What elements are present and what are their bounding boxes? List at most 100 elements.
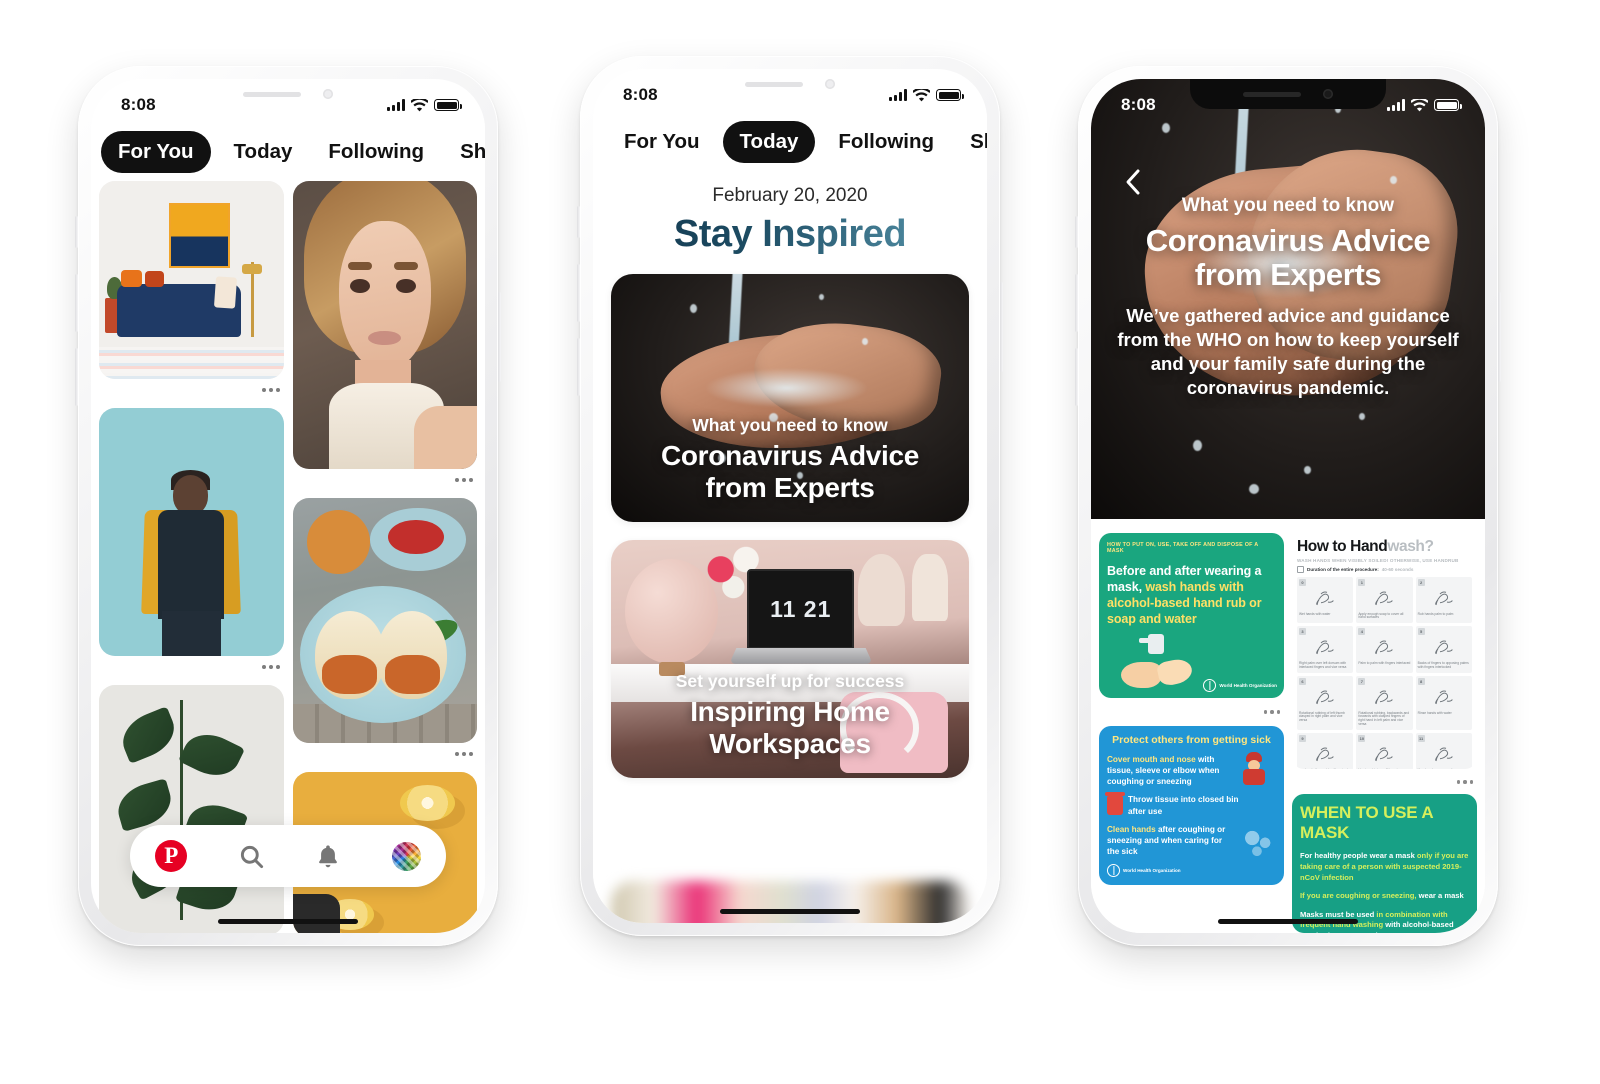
- home-indicator[interactable]: [720, 909, 860, 914]
- poster-mask-hygiene[interactable]: HOW TO PUT ON, USE, TAKE OFF AND DISPOSE…: [1099, 533, 1284, 698]
- step-caption: Palm to palm with fingers interlaced: [1358, 661, 1411, 666]
- card-title: Inspiring Home Workspaces: [690, 696, 890, 760]
- handwash-step: 11 Your hands are now safe: [1415, 732, 1472, 770]
- volume-up-button[interactable]: [75, 274, 78, 332]
- trash-bin-icon: [1105, 792, 1125, 816]
- pin-column-left: [99, 181, 284, 933]
- bottom-tab-bar[interactable]: P: [130, 825, 446, 887]
- handwash-step: 6 Rotational rubbing of left thumb claspe…: [1297, 675, 1354, 730]
- pin-image[interactable]: [292, 181, 477, 469]
- device-notch-3: [1190, 79, 1386, 109]
- home-indicator[interactable]: [218, 919, 358, 924]
- volume-down-button[interactable]: [75, 348, 78, 406]
- battery-icon: [434, 99, 462, 111]
- article-subtitle: We’ve gathered advice and guidance from …: [1117, 305, 1459, 399]
- who-poster-grid[interactable]: HOW TO PUT ON, USE, TAKE OFF AND DISPOSE…: [1091, 519, 1485, 933]
- home-indicator[interactable]: [1218, 919, 1358, 924]
- feed-tab-strip-1[interactable]: For You Today Following Shop Kitch: [91, 123, 485, 181]
- step-number: 10: [1358, 734, 1366, 742]
- screenshot-stage: 8:08 For You Today Following Shop Kitch: [0, 0, 1600, 1084]
- feed-tab-strip-2[interactable]: For You Today Following Shop Kitch: [593, 113, 987, 171]
- handwash-steps-grid: 0 Wet hands with water 1 Apply enough soap …: [1297, 576, 1472, 770]
- hand-gesture-icon: [1418, 742, 1470, 768]
- overflow-dots-icon[interactable]: [99, 656, 284, 678]
- pin-tacos-food[interactable]: [292, 498, 478, 765]
- overflow-dots-icon[interactable]: [293, 469, 478, 491]
- pin-portrait-woman[interactable]: [292, 181, 478, 491]
- volume-up-button[interactable]: [577, 264, 580, 322]
- tab-shop[interactable]: Shop: [957, 121, 987, 163]
- tab-today[interactable]: Today: [722, 121, 816, 163]
- poster-when-to-use-mask[interactable]: WHEN TO USE A MASK For healthy people we…: [1292, 794, 1477, 933]
- power-button[interactable]: [498, 292, 501, 382]
- silence-switch[interactable]: [75, 216, 78, 248]
- overflow-dots-icon[interactable]: [293, 743, 478, 765]
- rubber-plant-artwork: [99, 685, 284, 933]
- today-card-coronavirus[interactable]: What you need to know Coronavirus Advice…: [611, 274, 969, 522]
- tab-shop[interactable]: Shop: [447, 131, 485, 173]
- pin-living-room-sofa[interactable]: [99, 181, 284, 401]
- poster-column-right: How to Handwash? WASH HANDS WHEN VISIBLY…: [1292, 533, 1477, 933]
- overflow-dots-icon[interactable]: [99, 379, 284, 401]
- pin-rubber-plant[interactable]: [99, 685, 284, 933]
- search-icon[interactable]: [238, 843, 265, 870]
- pin-image[interactable]: [292, 498, 477, 743]
- hand-gesture-icon: [1418, 685, 1470, 711]
- step-caption: Rinse hands with water: [1417, 710, 1452, 715]
- back-button[interactable]: [1117, 167, 1147, 197]
- hand-gesture-icon: [1299, 742, 1351, 768]
- tab-following[interactable]: Following: [315, 131, 437, 173]
- tab-for-you[interactable]: For You: [101, 131, 211, 173]
- volume-up-button[interactable]: [1075, 274, 1078, 332]
- volume-down-button[interactable]: [1075, 348, 1078, 406]
- status-time: 8:08: [121, 95, 156, 114]
- avatar[interactable]: [391, 841, 421, 871]
- step-caption: Right palm over left dorsum with interla…: [1299, 661, 1347, 669]
- pin-image[interactable]: [99, 181, 284, 379]
- duration-label: Duration of the entire procedure:: [1307, 566, 1379, 572]
- tab-for-you[interactable]: For You: [611, 121, 713, 163]
- handwash-step: 5 Backs of fingers to opposing palms with…: [1415, 626, 1472, 673]
- overflow-dots-icon[interactable]: [1292, 774, 1477, 789]
- front-camera: [825, 79, 835, 89]
- battery-icon: [1434, 99, 1462, 111]
- poster-title: WHEN TO USE A MASK: [1300, 803, 1433, 843]
- step-number: 4: [1358, 628, 1366, 636]
- step-caption: Use towel to turn off faucet: [1358, 768, 1410, 770]
- portrait-woman-artwork: [292, 181, 477, 469]
- signal-bars-icon: [889, 89, 907, 101]
- pinterest-logo-icon[interactable]: P: [155, 840, 188, 872]
- poster-header: Protect others from getting sick: [1112, 734, 1271, 746]
- tab-following[interactable]: Following: [825, 121, 947, 163]
- step-caption: Dry hands thoroughly with a single use t…: [1299, 768, 1351, 770]
- volume-down-button[interactable]: [577, 338, 580, 396]
- pin-masonry-grid[interactable]: [91, 181, 485, 933]
- power-button[interactable]: [1000, 282, 1003, 372]
- article-kicker: What you need to know: [1181, 195, 1395, 216]
- card-kicker: Set yourself up for success: [675, 671, 905, 692]
- poster-how-to-handwash[interactable]: How to Handwash? WASH HANDS WHEN VISIBLY…: [1292, 533, 1477, 770]
- poster-protect-others[interactable]: Protect others from getting sick Cover m…: [1099, 726, 1284, 886]
- hand-gesture-icon: [1299, 685, 1351, 711]
- pin-image[interactable]: [99, 408, 284, 656]
- bell-icon[interactable]: [315, 843, 341, 870]
- poster-line-1: Cover mouth and nose with tissue, sleeve…: [1107, 754, 1229, 787]
- who-logo: World Health Organization: [1203, 679, 1277, 692]
- turquoise-portrait-artwork: [99, 408, 284, 656]
- step-number: 5: [1417, 628, 1425, 636]
- power-button[interactable]: [1498, 292, 1501, 382]
- step-caption: Rotational rubbing, backwards and forwar…: [1358, 710, 1410, 726]
- today-card-workspaces[interactable]: 11 21 Set yourself up for success Inspir…: [611, 540, 969, 778]
- silence-switch[interactable]: [577, 206, 580, 238]
- poster-title: How to Handwash?: [1297, 539, 1472, 555]
- today-card-partial[interactable]: [611, 881, 969, 923]
- today-feed[interactable]: February 20, 2020 Stay Inspired What you…: [593, 171, 987, 923]
- pin-image[interactable]: [99, 685, 284, 933]
- overflow-dots-icon[interactable]: [1099, 703, 1284, 721]
- step-caption: Apply enough soap to cover all hand surf…: [1358, 611, 1404, 620]
- silence-switch[interactable]: [1075, 216, 1078, 248]
- who-logo-text: World Health Organization: [1123, 868, 1181, 874]
- tab-today[interactable]: Today: [221, 131, 306, 173]
- pin-turquoise-portrait[interactable]: [99, 408, 284, 678]
- poster-duration: Duration of the entire procedure: 40-60 …: [1297, 565, 1472, 573]
